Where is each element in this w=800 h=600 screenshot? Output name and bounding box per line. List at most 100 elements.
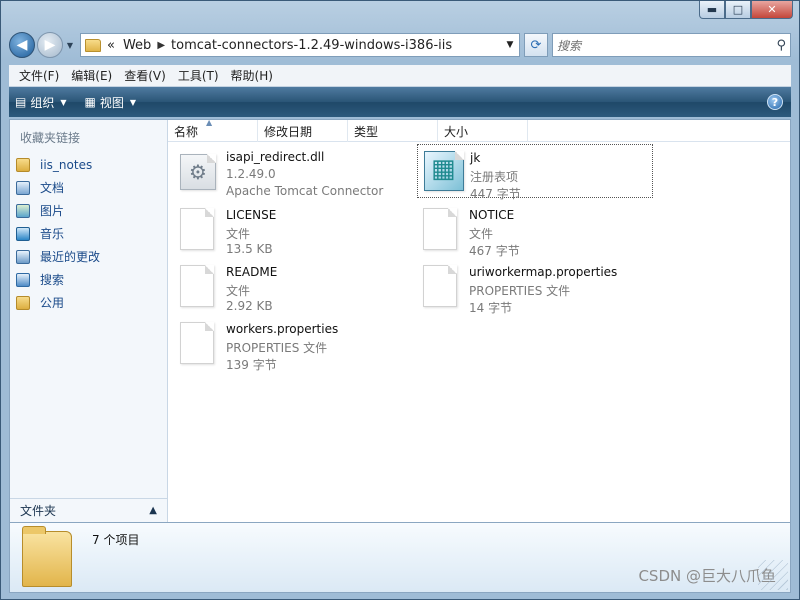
breadcrumb-current-folder[interactable]: tomcat-connectors-1.2.49-windows-i386-ii… xyxy=(171,38,452,53)
registry-file-icon xyxy=(424,151,464,191)
refresh-icon: ⟳ xyxy=(530,37,542,53)
recent-changes-icon xyxy=(16,249,30,264)
sidebar-item-label: 图片 xyxy=(40,204,65,218)
breadcrumb-web[interactable]: Web xyxy=(123,38,151,53)
view-label: 视图 xyxy=(99,95,124,110)
menu-help[interactable]: 帮助(H) xyxy=(225,67,279,84)
favorite-links-heading: 收藏夹链接 xyxy=(20,131,81,145)
sidebar-item-recent-changes[interactable]: 最近的更改 xyxy=(16,245,100,268)
dll-file-icon xyxy=(180,154,216,190)
file-item[interactable]: jk 注册表项 447 字节 xyxy=(417,144,653,201)
file-name: uriworkermap.properties xyxy=(469,265,618,279)
close-button[interactable]: ✕ xyxy=(751,1,793,19)
menu-view[interactable]: 查看(V) xyxy=(118,67,172,84)
sidebar-item-pictures[interactable]: 图片 xyxy=(16,199,100,222)
column-label: 修改日期 xyxy=(264,124,313,139)
document-icon xyxy=(423,265,457,307)
address-dropdown-icon[interactable]: ▼ xyxy=(501,34,519,56)
organize-label: 组织 xyxy=(30,95,55,110)
file-name: README xyxy=(226,265,278,279)
sidebar-item-documents[interactable]: 文档 xyxy=(16,176,100,199)
content-area: 收藏夹链接 iis_notes 文档 图片 音乐 最近的更改 搜索 公用 文件夹… xyxy=(9,118,791,523)
column-label: 名称 xyxy=(174,124,199,139)
sidebar-item-label: 最近的更改 xyxy=(40,250,101,264)
sidebar-item-label: 公用 xyxy=(40,296,65,310)
file-detail: Apache Tomcat Connector xyxy=(226,184,384,198)
menu-bar: 文件(F) 编辑(E) 查看(V) 工具(T) 帮助(H) xyxy=(9,65,791,87)
forward-button[interactable]: ▶ xyxy=(37,32,63,58)
file-item[interactable]: NOTICE 文件 467 字节 xyxy=(417,202,653,258)
file-detail: 139 字节 xyxy=(226,358,277,372)
file-item[interactable]: workers.properties PROPERTIES 文件 139 字节 xyxy=(174,316,410,372)
address-row: ◀ ▶ ▼ « Web ▶ tomcat-connectors-1.2.49-w… xyxy=(9,31,791,59)
sidebar-item-label: iis_notes xyxy=(40,157,93,172)
menu-tools[interactable]: 工具(T) xyxy=(172,67,225,84)
file-name: isapi_redirect.dll xyxy=(226,150,325,164)
organize-icon: ▤ xyxy=(15,95,27,109)
resize-grip[interactable] xyxy=(758,560,788,590)
folders-label: 文件夹 xyxy=(20,504,57,518)
search-placeholder: 搜索 xyxy=(557,38,582,53)
sidebar-item-label: 文档 xyxy=(40,181,65,195)
column-date-modified[interactable]: 修改日期 xyxy=(258,120,348,142)
menu-file[interactable]: 文件(F) xyxy=(13,67,65,84)
pictures-icon xyxy=(16,203,30,218)
file-detail: 文件 xyxy=(226,227,251,241)
sidebar-item-searches[interactable]: 搜索 xyxy=(16,268,100,291)
file-item[interactable]: isapi_redirect.dll 1.2.49.0 Apache Tomca… xyxy=(174,144,410,198)
file-name: NOTICE xyxy=(469,208,515,222)
refresh-button[interactable]: ⟳ xyxy=(524,33,548,57)
file-item[interactable]: uriworkermap.properties PROPERTIES 文件 14… xyxy=(417,259,653,315)
sort-ascending-icon: ▲ xyxy=(206,118,213,127)
organize-button[interactable]: ▤ 组织 ▼ xyxy=(15,94,67,111)
search-input[interactable]: 搜索 ⚲ xyxy=(552,33,791,57)
navigation-pane: 收藏夹链接 iis_notes 文档 图片 音乐 最近的更改 搜索 公用 文件夹… xyxy=(10,120,168,522)
watermark: CSDN @巨大八爪鱼 xyxy=(638,567,776,585)
caption-buttons: ▬ □ ✕ xyxy=(699,1,793,19)
file-list-pane: ▲ 名称 修改日期 类型 大小 isapi_redirect.dll 1.2.4… xyxy=(168,118,790,522)
sidebar-item-public[interactable]: 公用 xyxy=(16,291,100,314)
documents-icon xyxy=(16,180,30,195)
details-pane: 7 个项目 CSDN @巨大八爪鱼 xyxy=(9,523,791,593)
view-button[interactable]: ▦ 视图 ▼ xyxy=(85,94,137,111)
sidebar-item-label: 搜索 xyxy=(40,273,65,287)
menu-edit[interactable]: 编辑(E) xyxy=(65,67,118,84)
column-label: 类型 xyxy=(354,124,379,139)
chevron-up-icon: ▲ xyxy=(149,505,157,516)
file-detail: 14 字节 xyxy=(469,301,513,315)
document-icon xyxy=(180,322,214,364)
document-icon xyxy=(423,208,457,250)
file-item[interactable]: LICENSE 文件 13.5 KB xyxy=(174,202,410,256)
file-detail: PROPERTIES 文件 xyxy=(469,284,571,298)
column-type[interactable]: 类型 xyxy=(348,120,438,142)
maximize-button[interactable]: □ xyxy=(725,1,751,19)
column-name[interactable]: ▲ 名称 xyxy=(168,118,258,142)
breadcrumb-overflow[interactable]: « xyxy=(107,38,115,53)
file-item[interactable]: README 文件 2.92 KB xyxy=(174,259,410,313)
file-name: workers.properties xyxy=(226,322,339,336)
file-detail: 2.92 KB xyxy=(226,299,273,313)
sidebar-item-iis-notes[interactable]: iis_notes xyxy=(16,153,100,176)
minimize-button[interactable]: ▬ xyxy=(699,1,725,19)
document-icon xyxy=(180,208,214,250)
chevron-down-icon: ▼ xyxy=(60,97,67,107)
recent-pages-dropdown[interactable]: ▼ xyxy=(64,32,76,58)
file-detail: 467 字节 xyxy=(469,244,520,258)
folder-icon xyxy=(85,38,101,52)
folder-icon xyxy=(22,526,72,587)
chevron-right-icon[interactable]: ▶ xyxy=(157,40,165,51)
sidebar-item-music[interactable]: 音乐 xyxy=(16,222,100,245)
sidebar-item-label: 音乐 xyxy=(40,227,65,241)
address-bar[interactable]: « Web ▶ tomcat-connectors-1.2.49-windows… xyxy=(80,33,520,57)
back-button[interactable]: ◀ xyxy=(9,32,35,58)
document-icon xyxy=(180,265,214,307)
file-detail: 447 字节 xyxy=(470,187,521,201)
folder-icon xyxy=(16,295,30,310)
folders-toggle[interactable]: 文件夹 ▲ xyxy=(10,498,167,522)
file-detail: PROPERTIES 文件 xyxy=(226,341,328,355)
view-icon: ▦ xyxy=(84,95,96,109)
search-icon[interactable]: ⚲ xyxy=(776,38,786,53)
help-icon[interactable]: ? xyxy=(767,94,783,110)
column-label: 大小 xyxy=(444,124,469,139)
column-size[interactable]: 大小 xyxy=(438,120,528,142)
